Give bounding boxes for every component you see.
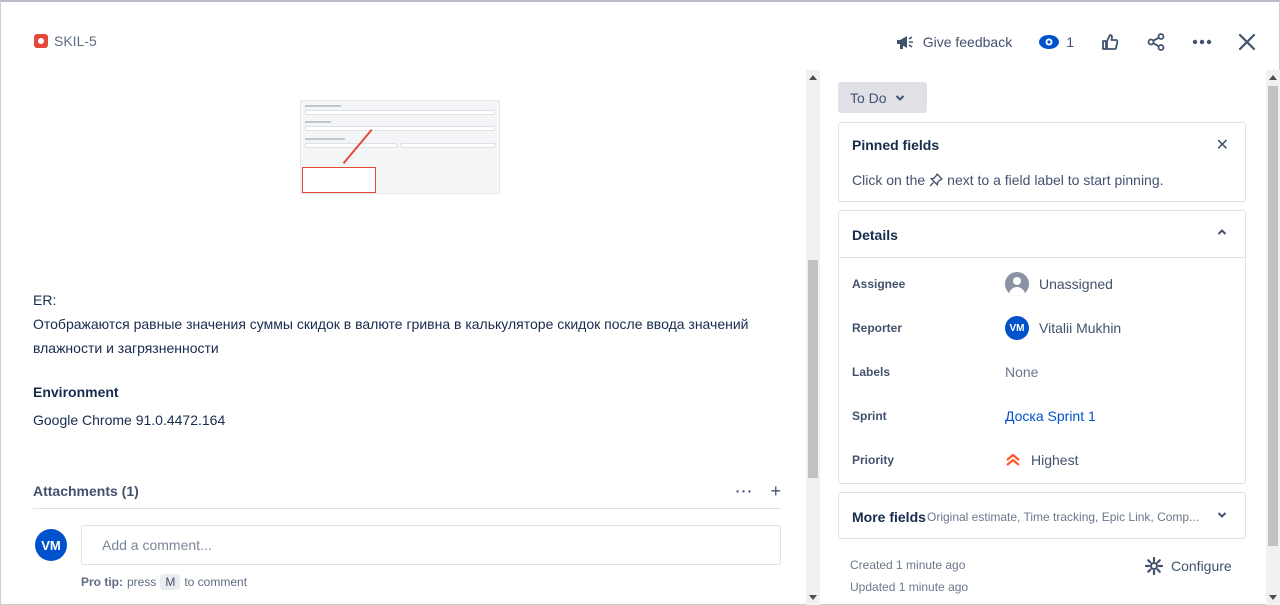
issue-key[interactable]: SKIL-5 xyxy=(54,33,97,49)
gear-icon xyxy=(1145,557,1163,575)
pinned-fields-title: Pinned fields xyxy=(852,137,940,153)
pro-tip-label: Pro tip: xyxy=(81,575,123,589)
attachments-more-icon[interactable]: ⋯ xyxy=(734,481,752,502)
sidebar-scrollbar[interactable] xyxy=(1266,70,1280,605)
pro-tip-press: press xyxy=(127,575,157,589)
more-fields-panel[interactable]: More fields Original estimate, Time trac… xyxy=(838,492,1246,539)
close-button[interactable] xyxy=(1232,28,1262,56)
watchers-count: 1 xyxy=(1066,34,1074,50)
issue-toolbar: Give feedback 1 xyxy=(889,28,1262,56)
labels-value[interactable]: None xyxy=(1005,364,1038,380)
field-labels: Labels None xyxy=(839,357,1245,387)
pro-tip-suffix: to comment xyxy=(184,575,248,589)
scroll-down-icon[interactable] xyxy=(809,595,817,600)
field-label: Reporter xyxy=(852,321,903,335)
assignee-name: Unassigned xyxy=(1039,276,1113,292)
bug-icon xyxy=(34,34,48,48)
scroll-down-icon[interactable] xyxy=(1269,595,1277,600)
pinned-hint-end: next to a field label to start pinning. xyxy=(947,172,1164,188)
eye-icon xyxy=(1039,35,1060,49)
more-fields-title: More fields xyxy=(852,509,926,525)
pro-tip: Pro tip: press M to comment xyxy=(81,574,247,590)
attachments-title: Attachments (1) xyxy=(33,483,139,499)
chevron-down-icon xyxy=(895,94,904,101)
reporter-value[interactable]: VM Vitalii Mukhin xyxy=(1005,316,1121,340)
description-image[interactable] xyxy=(300,100,500,194)
share-button[interactable] xyxy=(1140,28,1172,56)
field-label: Labels xyxy=(852,365,891,379)
chevron-up-icon[interactable] xyxy=(1217,225,1227,239)
environment-value[interactable]: Google Chrome 91.0.4472.164 xyxy=(33,412,225,428)
close-icon[interactable]: ✕ xyxy=(1216,135,1229,155)
chevron-down-icon[interactable] xyxy=(1217,508,1227,522)
configure-button[interactable]: Configure xyxy=(1145,557,1232,575)
sprint-link[interactable]: Доска Sprint 1 xyxy=(1005,408,1096,424)
scroll-up-icon[interactable] xyxy=(809,75,817,80)
reporter-name: Vitalii Mukhin xyxy=(1039,320,1122,336)
close-icon xyxy=(1238,33,1256,51)
scrollbar-thumb[interactable] xyxy=(808,260,818,478)
megaphone-icon xyxy=(896,36,913,49)
issue-main-column: ER: Отображаются равные значения суммы с… xyxy=(0,70,805,605)
more-fields-subtitle: Original estimate, Time tracking, Epic L… xyxy=(927,510,1200,524)
more-actions-button[interactable] xyxy=(1186,28,1218,56)
pinned-hint-start: Click on the xyxy=(852,172,926,188)
main-scrollbar[interactable] xyxy=(806,70,820,605)
comment-input[interactable]: Add a comment... xyxy=(81,525,781,565)
details-panel: Details Assignee Unassigned Reporter VM … xyxy=(838,210,1246,484)
add-attachment-icon[interactable]: + xyxy=(770,481,781,502)
configure-label: Configure xyxy=(1171,558,1232,574)
give-feedback-label: Give feedback xyxy=(922,34,1013,50)
watch-button[interactable]: 1 xyxy=(1032,28,1080,56)
environment-heading: Environment xyxy=(33,384,119,400)
thumbs-up-icon xyxy=(1102,34,1119,50)
vote-button[interactable] xyxy=(1094,28,1126,56)
created-timestamp: Created 1 minute ago xyxy=(850,558,966,572)
updated-timestamp: Updated 1 minute ago xyxy=(850,580,969,594)
more-icon xyxy=(1192,39,1212,45)
details-title: Details xyxy=(852,227,898,243)
field-reporter: Reporter VM Vitalii Mukhin xyxy=(839,313,1245,343)
field-assignee: Assignee Unassigned xyxy=(839,269,1245,299)
field-label: Sprint xyxy=(852,409,887,423)
status-dropdown[interactable]: To Do xyxy=(838,82,927,113)
er-label: ER: xyxy=(33,292,57,308)
priority-highest-icon xyxy=(1006,453,1020,466)
avatar: VM xyxy=(35,529,67,561)
scroll-up-icon[interactable] xyxy=(1269,75,1277,80)
field-label: Priority xyxy=(852,453,895,467)
description-text: ER: Отображаются равные значения суммы с… xyxy=(33,288,773,360)
pinned-fields-hint: Click on the next to a field label to st… xyxy=(852,172,1164,188)
field-priority: Priority Highest xyxy=(839,445,1245,475)
give-feedback-button[interactable]: Give feedback xyxy=(889,28,1019,56)
avatar: VM xyxy=(1005,316,1029,340)
shortcut-key: M xyxy=(160,574,181,590)
unassigned-avatar-icon xyxy=(1005,272,1029,296)
status-label: To Do xyxy=(850,89,887,106)
priority-name: Highest xyxy=(1031,452,1079,468)
pinned-fields-panel: Pinned fields ✕ Click on the next to a f… xyxy=(838,122,1246,202)
issue-key-breadcrumb[interactable]: SKIL-5 xyxy=(34,33,97,49)
er-text: Отображаются равные значения суммы скидо… xyxy=(33,316,749,356)
share-icon xyxy=(1147,33,1165,51)
scrollbar-thumb[interactable] xyxy=(1268,86,1278,546)
pin-icon xyxy=(929,173,943,187)
details-header[interactable]: Details xyxy=(839,211,1245,258)
priority-value[interactable]: Highest xyxy=(1005,452,1078,468)
attachments-header: Attachments (1) ⋯ + xyxy=(33,479,781,503)
field-label: Assignee xyxy=(852,277,906,291)
divider xyxy=(33,508,781,509)
assignee-value[interactable]: Unassigned xyxy=(1005,272,1113,296)
field-sprint: Sprint Доска Sprint 1 xyxy=(839,401,1245,431)
